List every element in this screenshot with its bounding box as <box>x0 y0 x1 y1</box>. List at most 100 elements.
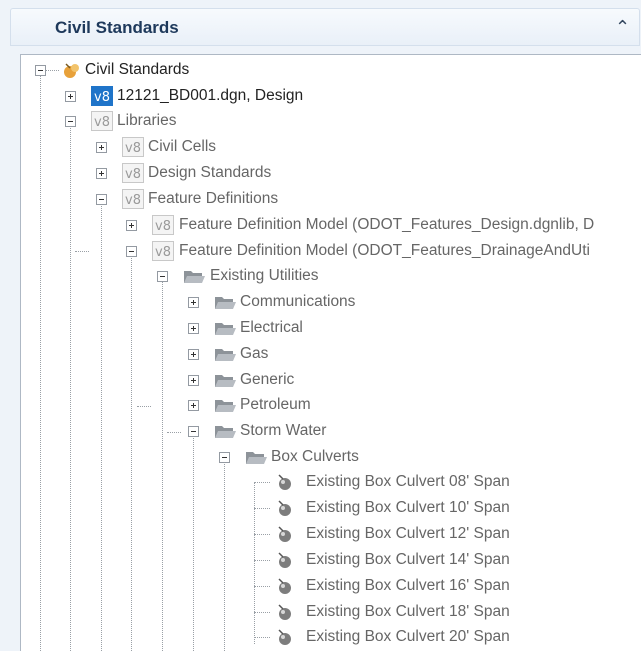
feature-definition-icon <box>278 578 291 594</box>
node-label: Existing Box Culvert 08' Span <box>306 473 510 490</box>
tree-line <box>254 534 270 535</box>
node-label: Existing Box Culvert 14' Span <box>306 551 510 568</box>
tree-line <box>131 252 132 651</box>
tree-line <box>254 612 270 613</box>
tree-node-culvert[interactable]: Existing Box Culvert 12' Span <box>254 523 574 547</box>
tree-line <box>254 508 270 509</box>
node-label: 12121_BD001.dgn, Design <box>117 87 304 104</box>
node-label: Existing Box Culvert 12' Span <box>306 525 510 542</box>
tree-view[interactable]: Civil Standards v8 12121_BD001.dgn, Desi… <box>20 54 641 651</box>
folder-open-icon <box>215 375 236 387</box>
folder-open-icon <box>215 297 236 309</box>
svg-text:v8: v8 <box>125 193 141 208</box>
expand-toggle[interactable] <box>96 142 107 153</box>
tree-node-culvert[interactable]: Existing Box Culvert 14' Span <box>254 549 574 573</box>
node-label: Gas <box>240 345 269 362</box>
svg-text:v8: v8 <box>125 167 141 182</box>
collapse-toggle[interactable] <box>96 194 107 205</box>
node-label: Box Culverts <box>271 448 359 465</box>
expand-toggle[interactable] <box>188 349 199 360</box>
tree-node-box-culverts[interactable]: Box Culverts <box>219 446 469 470</box>
tree-node-culvert[interactable]: Existing Box Culvert 20' Span <box>254 626 574 650</box>
folder-open-icon <box>215 323 236 335</box>
expand-toggle[interactable] <box>188 375 199 386</box>
feature-definition-icon <box>278 474 291 490</box>
node-label: Storm Water <box>240 422 327 439</box>
svg-text:v8: v8 <box>155 245 171 260</box>
node-label: Civil Cells <box>148 138 217 155</box>
expand-toggle[interactable] <box>126 220 137 231</box>
collapse-button[interactable]: ⌃ <box>609 15 633 39</box>
tree-line <box>254 482 270 483</box>
tree-node-utility[interactable]: Gas <box>188 343 438 367</box>
tree-node-utility[interactable]: Electrical <box>188 317 438 341</box>
tree-node-existing-utilities[interactable]: Existing Utilities <box>157 265 407 289</box>
collapse-toggle[interactable] <box>157 271 168 282</box>
tree-node-culvert[interactable]: Existing Box Culvert 08' Span <box>254 471 574 495</box>
civil-standards-icon <box>64 63 79 78</box>
folder-open-icon <box>215 426 236 438</box>
expand-toggle[interactable] <box>188 323 199 334</box>
feature-definition-icon <box>278 629 291 645</box>
node-label: Existing Box Culvert 18' Span <box>306 603 510 620</box>
expand-toggle[interactable] <box>65 91 76 102</box>
feature-definition-icon <box>278 500 291 516</box>
tree-line <box>254 637 270 638</box>
tree-node-fdm-design[interactable]: v8 Feature Definition Model (ODOT_Featur… <box>126 214 641 238</box>
expand-toggle[interactable] <box>96 168 107 179</box>
civil-standards-panel: Civil Standards ⌃ Civil Standards v8 121… <box>0 0 641 651</box>
tree-node-utility[interactable]: Storm Water <box>188 420 438 444</box>
node-label: Civil Standards <box>85 61 190 78</box>
tree-node-fdm-drainage[interactable]: v8 Feature Definition Model (ODOT_Featur… <box>126 240 641 264</box>
node-label: Communications <box>240 293 356 310</box>
node-label: Electrical <box>240 319 303 336</box>
v8-model-icon: v8 <box>122 189 144 209</box>
tree-line <box>193 432 194 651</box>
collapse-toggle[interactable] <box>65 116 76 127</box>
node-label: Existing Box Culvert 16' Span <box>306 577 510 594</box>
v8-model-icon: v8 <box>91 86 113 106</box>
node-label: Generic <box>240 371 295 388</box>
panel-header[interactable]: Civil Standards ⌃ <box>10 8 640 46</box>
feature-definition-icon <box>278 526 291 542</box>
folder-open-icon <box>246 452 267 464</box>
tree-node-utility[interactable]: Generic <box>188 369 438 393</box>
expand-toggle[interactable] <box>188 400 199 411</box>
svg-text:v8: v8 <box>94 115 110 130</box>
tree-node-culvert[interactable]: Existing Box Culvert 10' Span <box>254 497 574 521</box>
tree-line <box>167 432 181 433</box>
tree-node-libraries[interactable]: v8 Libraries <box>65 110 265 134</box>
collapse-toggle[interactable] <box>126 246 137 257</box>
tree-line <box>162 277 163 651</box>
node-label: Feature Definition Model (ODOT_Features_… <box>179 242 590 259</box>
collapse-toggle[interactable] <box>219 452 230 463</box>
v8-model-icon: v8 <box>122 137 144 157</box>
v8-model-icon: v8 <box>122 163 144 183</box>
expand-toggle[interactable] <box>188 297 199 308</box>
tree-node-utility[interactable]: Petroleum <box>188 394 438 418</box>
node-label: Existing Utilities <box>210 267 319 284</box>
svg-text:v8: v8 <box>155 219 171 234</box>
tree-line <box>70 122 71 651</box>
collapse-toggle[interactable] <box>188 426 199 437</box>
tree-node-design-standards[interactable]: v8 Design Standards <box>96 162 346 186</box>
tree-node-culvert[interactable]: Existing Box Culvert 16' Span <box>254 575 574 599</box>
tree-node-civil-cells[interactable]: v8 Civil Cells <box>96 136 296 160</box>
tree-node-utility[interactable]: Communications <box>188 291 438 315</box>
panel-title: Civil Standards <box>55 18 179 37</box>
tree-node-culvert[interactable]: Existing Box Culvert 18' Span <box>254 601 574 625</box>
node-label: Existing Box Culvert 20' Span <box>306 628 510 645</box>
svg-text:v8: v8 <box>125 141 141 156</box>
tree-node-feature-definitions[interactable]: v8 Feature Definitions <box>96 188 346 212</box>
tree-line <box>254 560 270 561</box>
tree-node-design-file[interactable]: v8 12121_BD001.dgn, Design <box>65 85 385 109</box>
tree-node-civil-standards[interactable]: Civil Standards <box>35 59 335 83</box>
folder-open-icon <box>215 400 236 412</box>
tree-line <box>137 406 151 407</box>
node-label: Design Standards <box>148 164 272 181</box>
collapse-toggle[interactable] <box>35 65 46 76</box>
tree-line <box>75 251 89 252</box>
node-label: Feature Definition Model (ODOT_Features_… <box>179 216 595 233</box>
v8-model-icon: v8 <box>91 111 113 131</box>
node-label: Petroleum <box>240 396 311 413</box>
